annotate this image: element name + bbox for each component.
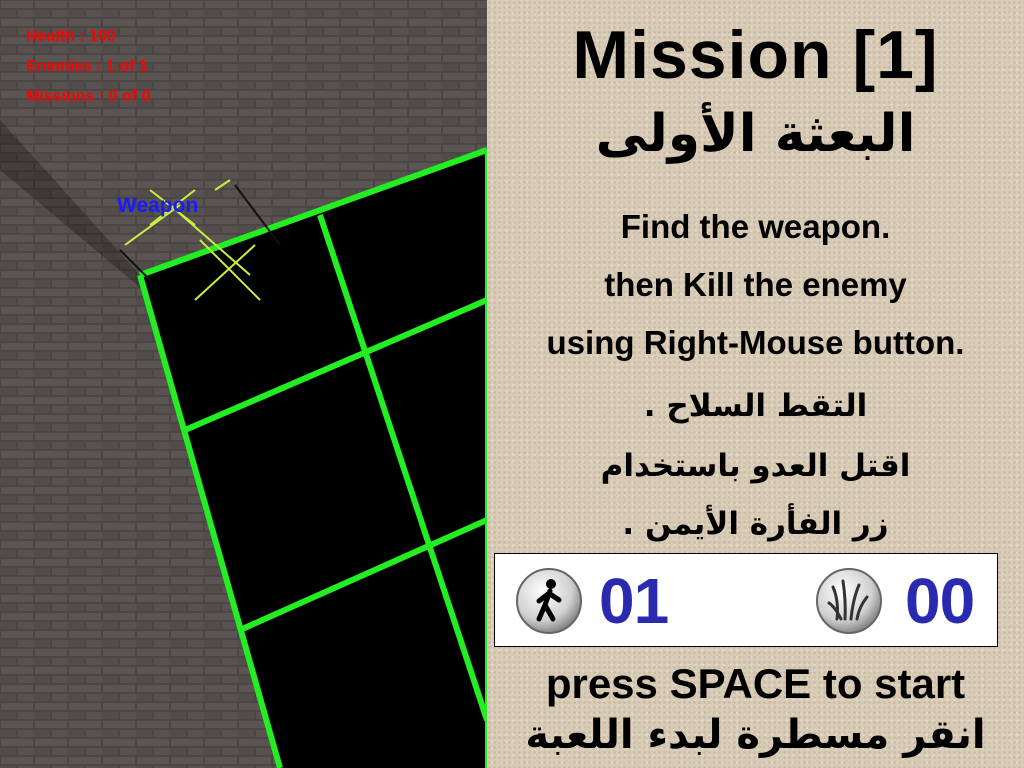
instruction-line-arabic: زر الفأرة الأيمن . bbox=[622, 506, 889, 542]
instruction-line: Find the weapon. bbox=[620, 208, 891, 245]
enemy-counter-value: 01 bbox=[599, 565, 669, 637]
instruction-line: then Kill the enemy bbox=[604, 266, 907, 303]
walking-person-icon bbox=[516, 568, 582, 634]
mission-briefing-panel: Mission [1] البعثة الأولى Find the weapo… bbox=[487, 0, 1024, 768]
hud-health: Health : 100 bbox=[26, 28, 116, 45]
instruction-line-arabic: اقتل العدو باستخدام bbox=[600, 448, 911, 484]
game-viewport[interactable]: Health : 100 Enemies : 1 of 1 Missions :… bbox=[0, 0, 487, 768]
instruction-line: using Right-Mouse button. bbox=[546, 324, 965, 361]
hud-missions: Missions : 0 of 0 bbox=[26, 88, 151, 105]
weapon-label: Weapon bbox=[117, 194, 199, 217]
instruction-line-arabic: التقط السلاح . bbox=[643, 388, 868, 424]
mission-counters: 01 00 bbox=[494, 553, 998, 647]
mission-title-arabic: البعثة الأولى bbox=[595, 104, 916, 164]
mission-title: Mission [1] bbox=[572, 17, 939, 93]
hud-enemies: Enemies : 1 of 1 bbox=[26, 58, 148, 75]
start-prompt-arabic: انقر مسطرة لبدء اللعبة bbox=[525, 712, 986, 758]
scene-3d bbox=[0, 0, 487, 768]
start-prompt: press SPACE to start bbox=[545, 660, 966, 707]
mission-counter-value: 00 bbox=[905, 565, 975, 637]
grass-icon bbox=[816, 568, 882, 634]
